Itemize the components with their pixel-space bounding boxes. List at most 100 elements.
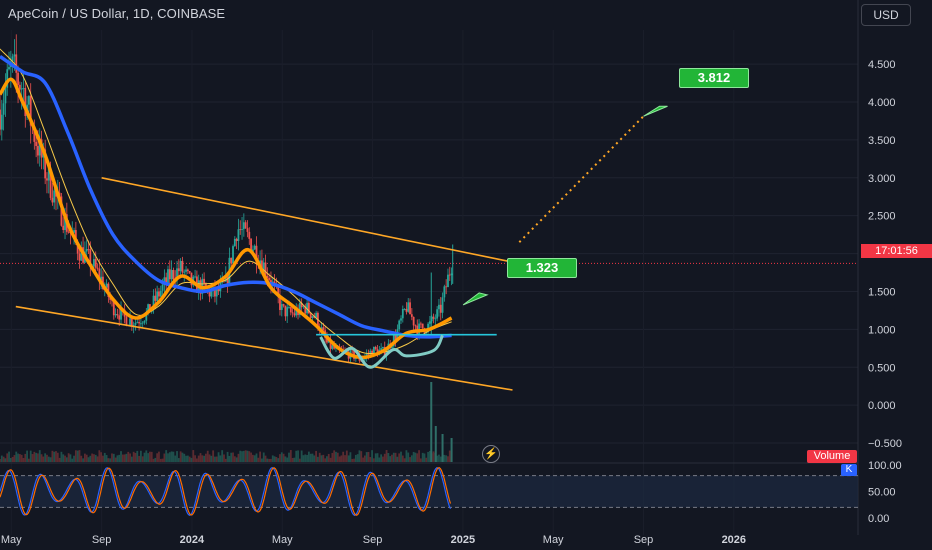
volume-bar	[22, 457, 25, 462]
volume-bar	[208, 454, 211, 462]
volume-bar	[295, 450, 298, 462]
candle-body	[2, 103, 5, 115]
candle-body	[179, 260, 182, 272]
candle-body	[284, 305, 287, 317]
y-tick-label: 3.000	[868, 173, 896, 185]
candle-body	[400, 318, 402, 321]
volume-bar	[2, 456, 5, 462]
volume-bar	[268, 458, 271, 462]
volume-bar	[353, 458, 355, 462]
volume-bar	[74, 450, 77, 462]
volume-bar	[49, 457, 52, 462]
candle-body	[367, 354, 370, 355]
y-tick-label: 1.500	[868, 286, 896, 298]
volume-bar	[383, 453, 386, 462]
candle-body	[170, 269, 173, 280]
volume-bar	[156, 453, 159, 462]
volume-bar	[385, 450, 388, 462]
volume-bar	[340, 455, 343, 462]
volume-bar	[201, 455, 204, 462]
volume-bar	[33, 451, 36, 462]
volume-bar	[210, 455, 213, 462]
lightning-icon[interactable]: ⚡	[482, 445, 500, 463]
volume-bar	[354, 454, 357, 462]
volume-bar	[356, 454, 359, 462]
currency-button[interactable]: USD	[861, 4, 911, 26]
volume-bar	[309, 453, 312, 462]
volume-bar	[329, 457, 332, 462]
volume-bar	[347, 455, 350, 462]
volume-bar	[17, 453, 19, 462]
volume-bar	[215, 456, 218, 462]
candle-body	[141, 322, 144, 324]
volume-bar	[394, 452, 397, 462]
volume-bar	[179, 451, 182, 462]
candle-body	[114, 314, 117, 316]
volume-bar	[322, 454, 325, 462]
volume-bar	[105, 455, 108, 462]
volume-bar	[80, 455, 83, 462]
volume-bar	[291, 457, 294, 462]
volume-bar	[163, 453, 166, 462]
volume-bar	[342, 451, 345, 462]
volume-bar	[159, 458, 162, 462]
volume-bar	[6, 453, 9, 462]
volume-bar	[199, 453, 202, 462]
candle-body	[232, 246, 234, 264]
candle-body	[280, 304, 283, 310]
candle-body	[203, 278, 206, 284]
volume-bar	[317, 456, 319, 462]
volume-bar	[367, 451, 370, 462]
y-tick-label: 3.500	[868, 135, 896, 147]
candle-body	[194, 276, 196, 278]
y-tick-label: 0.500	[868, 362, 896, 374]
volume-bar	[71, 458, 74, 462]
volume-bar	[103, 452, 106, 462]
volume-bar	[73, 455, 75, 462]
volume-bar	[89, 455, 92, 462]
candle-body	[134, 322, 137, 325]
volume-bar	[392, 452, 395, 462]
volume-bar	[374, 453, 377, 462]
y-tick-label: 0.000	[868, 400, 896, 412]
y-tick-label: −0.500	[868, 438, 902, 450]
candle-body	[143, 320, 146, 323]
volume-bar	[418, 450, 420, 462]
volume-bar	[286, 457, 289, 462]
candle-body	[22, 88, 25, 89]
candle-body	[93, 259, 95, 267]
volume-bar	[154, 457, 157, 462]
candle-body	[129, 318, 131, 326]
volume-bar	[300, 450, 303, 462]
volume-bar	[400, 451, 402, 462]
volume-bar	[31, 454, 34, 462]
candle-body	[136, 322, 139, 323]
y-tick-label: 4.500	[868, 59, 896, 71]
volume-bar	[407, 452, 410, 462]
candle-body	[403, 308, 406, 310]
volume-bar	[121, 454, 124, 462]
volume-bar	[327, 453, 330, 462]
volume-bar	[55, 451, 57, 462]
candle-body	[139, 323, 142, 325]
volume-bar	[311, 453, 314, 462]
volume-bar	[67, 453, 70, 462]
volume-bar	[335, 451, 337, 462]
volume-bar	[18, 454, 21, 462]
chart-background	[0, 0, 932, 550]
volume-bar	[398, 453, 401, 462]
candle-body	[18, 84, 21, 90]
volume-bar	[186, 455, 189, 462]
volume-bar	[150, 451, 153, 462]
volume-bar	[333, 450, 336, 462]
y-tick-label: 4.000	[868, 97, 896, 109]
volume-bar	[185, 455, 187, 462]
candle-body	[242, 222, 245, 230]
volume-bar	[414, 452, 417, 462]
volume-bar	[221, 450, 224, 462]
volume-bar	[26, 450, 28, 462]
volume-bar	[203, 455, 206, 462]
candle-body	[118, 315, 121, 320]
price-chart[interactable]: 4.5004.0003.5003.0002.5002.0001.5001.000…	[0, 0, 932, 550]
volume-bar	[284, 456, 287, 462]
